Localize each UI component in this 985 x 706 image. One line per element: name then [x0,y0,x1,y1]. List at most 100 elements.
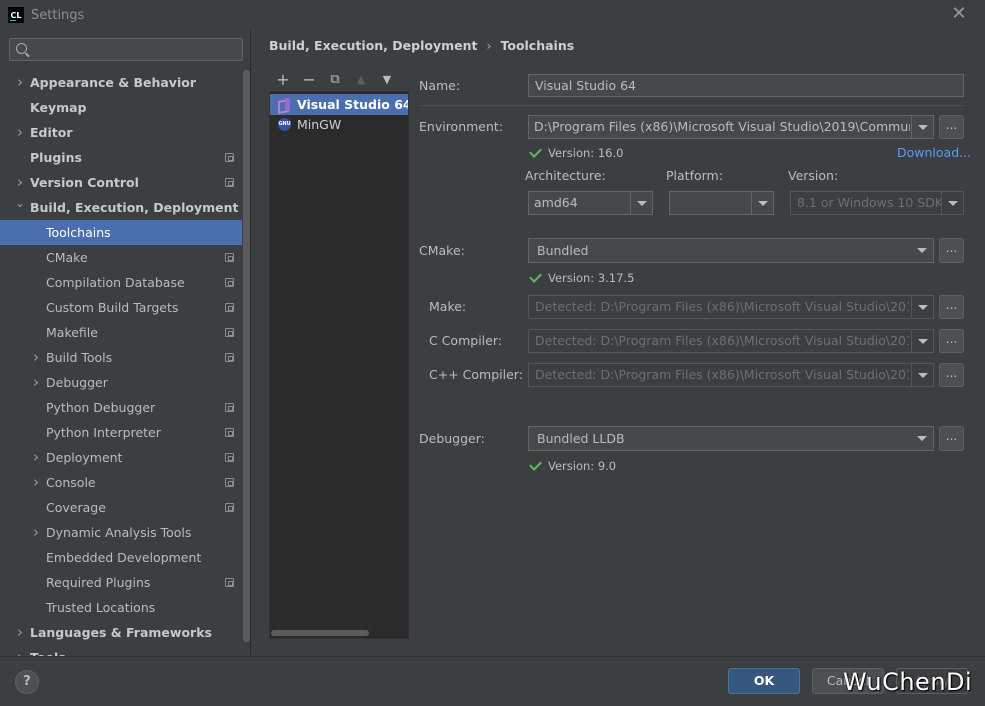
sidebar-item-coverage[interactable]: Coverage [0,495,242,520]
chevron-right-icon[interactable]: › [31,520,41,545]
sidebar-item-label: Toolchains [46,225,111,240]
project-scope-icon [225,178,234,187]
settings-search-box[interactable] [9,38,243,61]
sdk-version-combo[interactable]: 8.1 or Windows 10 SDK [790,191,964,215]
sidebar-item-languages-frameworks[interactable]: › Languages & Frameworks [0,620,242,645]
toolchain-toolbar: + − ⧉ ▲ ▼ [270,68,400,90]
cpp-compiler-combo[interactable]: Detected: D:\Program Files (x86)\Microso… [528,363,934,387]
visual-studio-icon [278,98,291,111]
chevron-right-icon[interactable]: › [31,470,41,495]
cmake-combo[interactable]: Bundled [528,238,934,263]
sidebar-item-appearance-behavior[interactable]: › Appearance & Behavior [0,70,242,95]
environment-browse-button[interactable]: ... [939,115,964,139]
sidebar-item-embedded-development[interactable]: Embedded Development [0,545,242,570]
sidebar-item-trusted-locations[interactable]: Trusted Locations [0,595,242,620]
sidebar-item-dynamic-analysis-tools[interactable]: › Dynamic Analysis Tools [0,520,242,545]
debugger-combo[interactable]: Bundled LLDB [528,426,934,451]
sidebar-item-label: Python Interpreter [46,425,161,440]
sidebar-item-editor[interactable]: › Editor [0,120,242,145]
checkmark-icon [529,458,542,471]
chevron-right-icon[interactable]: › [15,70,25,95]
remove-toolchain-button[interactable]: − [296,68,322,90]
sidebar-item-label: Makefile [46,325,98,340]
sidebar-item-version-control[interactable]: › Version Control [0,170,242,195]
move-up-button[interactable]: ▲ [348,68,374,90]
sidebar-item-label: Languages & Frameworks [30,625,212,640]
cmake-label: CMake: [419,243,465,258]
make-combo[interactable]: Detected: D:\Program Files (x86)\Microso… [528,295,934,319]
chevron-right-icon[interactable]: › [15,620,25,645]
sidebar-item-python-interpreter[interactable]: Python Interpreter [0,420,242,445]
ok-button[interactable]: OK [728,668,800,694]
help-button[interactable]: ? [15,670,39,694]
toolchain-item-mingw[interactable]: GNU MinGW [270,114,408,135]
chevron-down-icon[interactable]: ⌄ [15,191,25,216]
sidebar-item-label: Build, Execution, Deployment [30,200,239,215]
sidebar-item-label: Deployment [46,450,123,465]
sidebar-item-label: Python Debugger [46,400,156,415]
chevron-right-icon[interactable]: › [31,445,41,470]
copy-toolchain-button[interactable]: ⧉ [322,68,348,90]
platform-combo[interactable] [669,191,774,215]
sidebar-item-python-debugger[interactable]: Python Debugger [0,395,242,420]
architecture-value: amd64 [534,195,578,210]
move-down-button[interactable]: ▼ [374,68,400,90]
toolchain-item-visual-studio[interactable]: Visual Studio 64 (d [270,94,408,115]
clion-logo-icon: CL [8,7,24,23]
c-compiler-browse-button[interactable]: ... [939,329,964,353]
project-scope-icon [225,428,234,437]
sidebar-item-toolchains[interactable]: Toolchains [0,220,242,245]
debugger-browse-button[interactable]: ... [939,426,964,451]
chevron-right-icon[interactable]: › [31,345,41,370]
sidebar-item-custom-build-targets[interactable]: Custom Build Targets [0,295,242,320]
chevron-right-icon[interactable]: › [15,645,25,656]
chevron-right-icon[interactable]: › [31,370,41,395]
sidebar-item-build-tools[interactable]: › Build Tools [0,345,242,370]
sidebar-item-label: Embedded Development [46,550,202,565]
cpp-compiler-browse-button[interactable]: ... [939,363,964,387]
window-title: Settings [31,7,85,23]
settings-search-input[interactable] [32,41,237,58]
sidebar-item-compilation-database[interactable]: Compilation Database [0,270,242,295]
sidebar-item-cmake[interactable]: CMake [0,245,242,270]
sidebar-item-label: Required Plugins [46,575,151,590]
close-icon[interactable]: ✕ [951,5,967,23]
environment-combo[interactable]: D:\Program Files (x86)\Microsoft Visual … [528,115,934,139]
list-horizontal-scrollbar[interactable] [271,630,369,636]
sdk-version-value: 8.1 or Windows 10 SDK [797,195,941,210]
sidebar-item-keymap[interactable]: Keymap [0,95,242,120]
download-link[interactable]: Download... [897,145,971,160]
sidebar-item-plugins[interactable]: Plugins [0,145,242,170]
architecture-combo[interactable]: amd64 [528,191,653,215]
debugger-version-text: Version: 9.0 [548,459,617,473]
c-compiler-combo[interactable]: Detected: D:\Program Files (x86)\Microso… [528,329,934,353]
sidebar-item-deployment[interactable]: › Deployment [0,445,242,470]
chevron-right-icon[interactable]: › [15,120,25,145]
breadcrumb-parent[interactable]: Build, Execution, Deployment [269,38,477,53]
sidebar-item-tools[interactable]: › Tools [0,645,242,656]
sidebar-item-console[interactable]: › Console [0,470,242,495]
name-separator [419,105,965,106]
chevron-down-icon [911,364,933,386]
project-scope-icon [225,303,234,312]
name-field[interactable]: Visual Studio 64 [528,74,964,97]
sidebar-item-label: Debugger [46,375,108,390]
cmake-browse-button[interactable]: ... [939,238,964,263]
chevron-down-icon [911,239,933,261]
debugger-version-status: Version: 9.0 [529,458,617,473]
make-browse-button[interactable]: ... [939,295,964,319]
breadcrumb-current: Toolchains [500,37,575,53]
sidebar-item-makefile[interactable]: Makefile [0,320,242,345]
chevron-down-icon [911,296,933,318]
sidebar-item-debugger[interactable]: › Debugger [0,370,242,395]
sidebar-item-required-plugins[interactable]: Required Plugins [0,570,242,595]
sidebar-item-build-execution-deployment[interactable]: ⌄ Build, Execution, Deployment [0,195,242,220]
breadcrumb: Build, Execution, Deployment › Toolchain… [269,36,574,54]
cmake-version-status: Version: 3.17.5 [529,270,634,285]
add-toolchain-button[interactable]: + [270,68,296,90]
debugger-value: Bundled LLDB [537,431,625,446]
gnu-icon: GNU [278,118,291,131]
make-value: Detected: D:\Program Files (x86)\Microso… [535,299,909,314]
checkmark-icon [529,145,542,158]
sidebar-scrollbar[interactable] [243,70,250,642]
